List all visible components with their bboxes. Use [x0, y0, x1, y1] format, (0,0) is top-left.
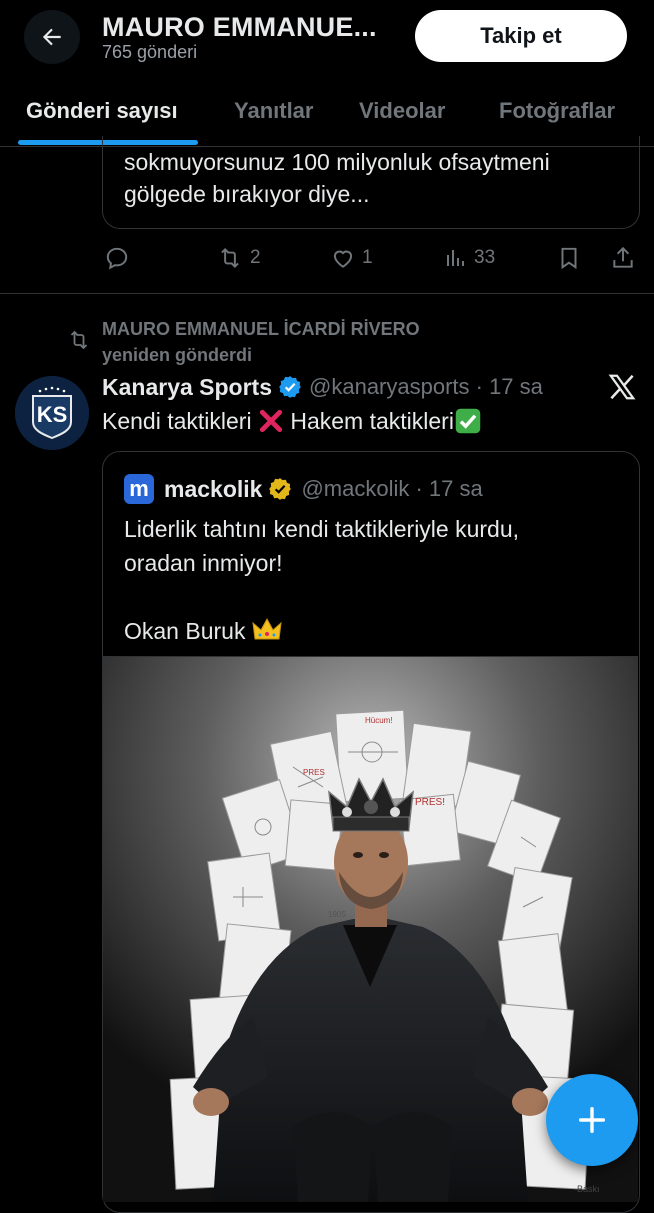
tab-videos[interactable]: Videolar: [359, 98, 445, 124]
crown-emoji-icon: [252, 617, 282, 640]
tweet-divider: [0, 293, 654, 294]
author-name[interactable]: Kanarya Sports: [102, 374, 272, 401]
avatar[interactable]: KS: [15, 376, 89, 450]
author-handle[interactable]: @kanaryasports · 17 sa: [309, 374, 543, 400]
back-button[interactable]: [24, 10, 80, 64]
heart-icon: [333, 250, 353, 268]
like-button[interactable]: 1: [330, 238, 373, 278]
quoted-author-handle[interactable]: @mackolik · 17 sa: [301, 476, 482, 502]
retweet-count: 2: [250, 247, 261, 268]
profile-name: MAURO EMMANUE...: [102, 12, 377, 42]
svg-text:Hücum!: Hücum!: [365, 716, 393, 725]
retweet-icon: [70, 330, 88, 350]
share-icon: [613, 246, 633, 268]
plus-icon: [578, 1106, 606, 1134]
mackolik-logo-icon: m: [124, 474, 154, 504]
svg-text:PRES: PRES: [303, 768, 325, 777]
views-button[interactable]: 33: [444, 238, 495, 278]
retweet-button[interactable]: 2: [216, 238, 261, 278]
kanarya-logo-icon: KS: [15, 376, 89, 450]
tab-photos[interactable]: Fotoğraflar: [499, 98, 615, 124]
svg-text:Baskı: Baskı: [577, 1184, 600, 1194]
svg-text:KS: KS: [37, 402, 68, 427]
views-count: 33: [474, 247, 496, 268]
quoted-tweet-text: Liderlik tahtını kendi taktikleriyle kur…: [124, 516, 520, 644]
tab-replies[interactable]: Yanıtlar: [234, 98, 313, 124]
reply-button[interactable]: [104, 238, 130, 278]
post-count: 765 gönderi: [102, 42, 198, 62]
svg-text:1905: 1905: [328, 910, 346, 919]
reply-icon: [106, 247, 128, 270]
cross-emoji-icon: [259, 409, 283, 433]
bookmark-button[interactable]: [556, 238, 582, 278]
tab-posts[interactable]: Gönderi sayısı: [26, 98, 178, 124]
like-count: 1: [362, 247, 373, 268]
tweet-actions: 2 1 33: [0, 238, 654, 278]
previous-tweet-text: sokmuyorsunuz 100 milyonluk ofsaytmeni g…: [124, 149, 550, 207]
quoted-tweet-header: m mackolik @mackolik · 17 sa: [124, 474, 483, 504]
bookmark-icon: [561, 247, 577, 270]
verified-icon: [279, 376, 301, 398]
check-emoji-icon: [455, 408, 481, 434]
follow-button[interactable]: Takip et: [415, 10, 627, 62]
share-button[interactable]: [610, 238, 636, 278]
x-logo-icon: [608, 374, 636, 400]
tweet-text: Kendi taktikleri Hakem taktikleri: [102, 404, 482, 438]
retweet-icon: [221, 247, 239, 269]
quoted-author-name[interactable]: mackolik: [164, 476, 262, 503]
views-icon: [447, 250, 464, 266]
svg-text:PRES!: PRES!: [415, 797, 445, 808]
retweeted-by[interactable]: MAURO EMMANUEL İCARDİ RİVERO yeniden gön…: [102, 316, 420, 368]
gold-verified-icon: [269, 478, 292, 500]
tweet-header: Kanarya Sports @kanaryasports · 17 sa: [102, 372, 543, 402]
arrow-left-icon: [42, 28, 61, 46]
compose-button[interactable]: [546, 1074, 638, 1166]
